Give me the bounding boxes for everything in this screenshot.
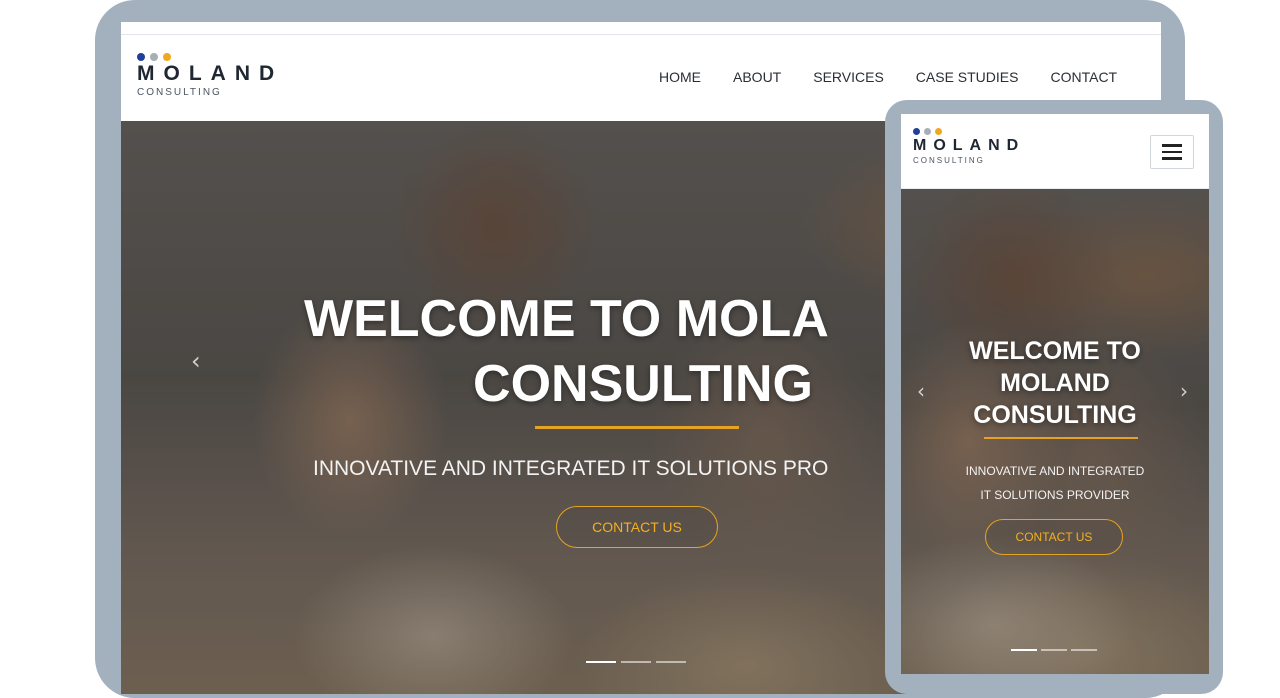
nav-services[interactable]: SERVICES [813, 69, 884, 85]
carousel-indicator-3[interactable] [656, 661, 686, 663]
mobile-screen: MOLAND CONSULTING ‹ › WELCOME TO MOLAND … [901, 114, 1209, 674]
hamburger-bar [1162, 144, 1182, 147]
logo-dot-blue [137, 53, 145, 61]
carousel-indicator-2[interactable] [621, 661, 651, 663]
desktop-nav-menu: HOME ABOUT SERVICES CASE STUDIES CONTACT [659, 69, 1117, 85]
mobile-carousel-indicator-3[interactable] [1071, 649, 1097, 651]
mobile-hero-carousel: ‹ › WELCOME TO MOLAND CONSULTING INNOVAT… [901, 189, 1209, 674]
nav-home[interactable]: HOME [659, 69, 701, 85]
carousel-indicator-1[interactable] [586, 661, 616, 663]
nav-about[interactable]: ABOUT [733, 69, 781, 85]
hero-title-line2: CONSULTING [473, 355, 813, 413]
mobile-hero-subtitle-line2: IT SOLUTIONS PROVIDER [980, 488, 1130, 502]
mobile-hero-divider [984, 437, 1138, 439]
hamburger-bar [1162, 150, 1182, 154]
logo-dot-gray [150, 53, 158, 61]
mobile-hero-title-line1: WELCOME TO [969, 337, 1141, 365]
mobile-hero-title-line3: CONSULTING [973, 401, 1137, 429]
hero-divider [535, 426, 739, 429]
contact-us-button[interactable]: CONTACT US [556, 506, 718, 548]
mobile-carousel-indicators [1011, 649, 1097, 651]
logo-dot-orange [163, 53, 171, 61]
mobile-carousel-indicator-2[interactable] [1041, 649, 1067, 651]
mobile-hero-title-line2: MOLAND [1000, 369, 1110, 397]
mobile-contact-us-button[interactable]: CONTACT US [985, 519, 1123, 555]
nav-case-studies[interactable]: CASE STUDIES [916, 69, 1019, 85]
logo-tagline: CONSULTING [137, 87, 222, 98]
logo-dots [137, 53, 283, 61]
mobile-carousel-indicator-1[interactable] [1011, 649, 1037, 651]
carousel-indicators [586, 661, 686, 663]
desktop-logo[interactable]: MOLAND CONSULTING [137, 53, 283, 99]
nav-contact[interactable]: CONTACT [1050, 69, 1117, 85]
mobile-hero-subtitle-line1: INNOVATIVE AND INTEGRATED [965, 464, 1145, 478]
hamburger-bar [1162, 157, 1182, 160]
logo-wordmark: MOLAND [137, 62, 284, 85]
hero-title-line1-text: WELCOME TO MOLA [304, 290, 829, 348]
